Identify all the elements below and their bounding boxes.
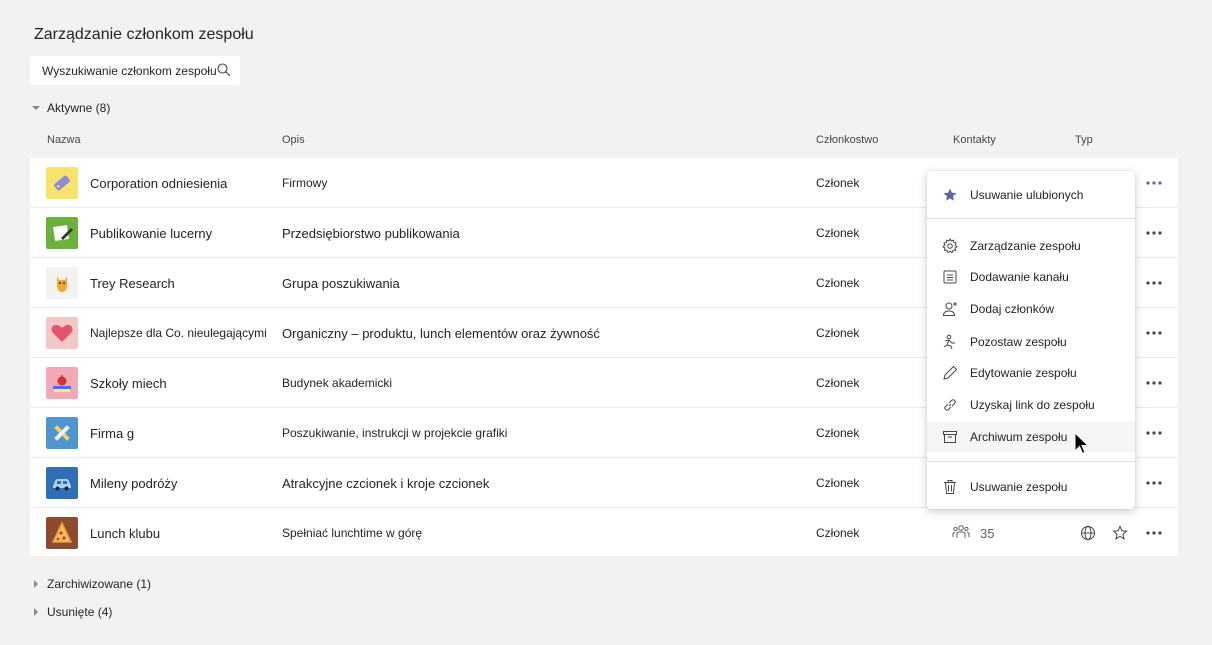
menu-item-label: Usuwanie zespołu: [970, 480, 1068, 494]
menu-item-label: Dodawanie kanału: [970, 270, 1069, 284]
team-name[interactable]: Corporation odniesienia: [90, 158, 227, 208]
globe-icon: [1080, 508, 1096, 558]
team-membership: Członek: [816, 226, 860, 240]
section-deleted-toggle[interactable]: Usunięte (4): [32, 605, 112, 619]
search-box[interactable]: [30, 56, 240, 85]
column-header-name[interactable]: Nazwa: [47, 134, 81, 146]
search-input[interactable]: [42, 63, 222, 78]
menu-item-label: Uzyskaj link do zespołu: [970, 398, 1095, 412]
team-membership: Członek: [816, 376, 860, 390]
menu-divider: [927, 218, 1135, 219]
more-options-icon[interactable]: [1144, 508, 1164, 558]
menu-divider: [927, 461, 1135, 462]
team-name[interactable]: Najlepsze dla Co. nieulegającymi: [90, 308, 267, 358]
team-description: Budynek akademicki: [282, 376, 393, 390]
team-membership: Członek: [816, 476, 860, 490]
menu-item-edit-team[interactable]: Edytowanie zespołu: [927, 359, 1135, 387]
column-header-type[interactable]: Typ: [1075, 134, 1093, 146]
search-icon[interactable]: [216, 62, 232, 83]
team-context-menu: Usuwanie ulubionych Zarządzanie zespołu …: [927, 171, 1135, 509]
team-membership: Członek: [816, 276, 860, 290]
team-description: Spełniać lunchtime w górę: [282, 526, 423, 540]
table-row[interactable]: Lunch klubu Spełniać lunchtime w górę Cz…: [30, 508, 1178, 556]
team-name[interactable]: Trey Research: [90, 258, 175, 308]
mouse-cursor-icon: [1074, 431, 1090, 461]
pencil-icon: [942, 365, 958, 381]
menu-item-archive-team[interactable]: Archiwum zespołu: [927, 422, 1135, 452]
menu-item-label: Edytowanie zespołu: [970, 366, 1077, 380]
more-options-icon[interactable]: [1144, 158, 1164, 208]
more-options-icon[interactable]: [1144, 408, 1164, 458]
link-icon: [942, 397, 958, 413]
team-description: Atrakcyjne czcionek i kroje czcionek: [282, 475, 490, 491]
team-contacts: 35: [952, 508, 994, 558]
pizza-icon: [46, 517, 78, 549]
team-name[interactable]: Szkoły miech: [90, 358, 167, 408]
paper-pen-icon: [46, 217, 78, 249]
section-active-label: Aktywne (8): [47, 101, 111, 115]
favorite-star-icon[interactable]: [1112, 508, 1128, 558]
team-name[interactable]: Publikowanie lucerny: [90, 208, 212, 258]
team-membership: Członek: [816, 176, 860, 190]
contacts-count: 35: [980, 525, 995, 541]
team-description: Poszukiwanie, instrukcji w projekcie gra…: [282, 426, 508, 440]
cat-icon: [46, 267, 78, 299]
menu-item-leave-team[interactable]: Pozostaw zespołu: [927, 328, 1135, 356]
team-membership: Członek: [816, 326, 860, 340]
team-membership: Członek: [816, 426, 860, 440]
section-archived-label: Zarchiwizowane (1): [47, 577, 152, 591]
section-archived-toggle[interactable]: Zarchiwizowane (1): [32, 577, 151, 591]
more-options-icon[interactable]: [1144, 258, 1164, 308]
more-options-icon[interactable]: [1144, 458, 1164, 508]
menu-item-remove-favorite[interactable]: Usuwanie ulubionych: [927, 181, 1135, 209]
people-icon: [952, 524, 970, 543]
more-options-icon[interactable]: [1144, 208, 1164, 258]
ruler-pencil-icon: [46, 417, 78, 449]
archive-box-icon: [942, 429, 958, 445]
team-description: Przedsiębiorstwo publikowania: [282, 225, 460, 241]
team-description: Organiczny – produktu, lunch elementów o…: [282, 325, 600, 341]
menu-item-label: Zarządzanie zespołu: [970, 239, 1081, 253]
chevron-right-icon: [32, 580, 44, 588]
team-membership: Członek: [816, 526, 860, 540]
column-header-contacts[interactable]: Kontakty: [953, 134, 996, 146]
car-icon: [46, 467, 78, 499]
page-title: Zarządzanie członkom zespołu: [34, 26, 254, 43]
chevron-right-icon: [32, 608, 44, 616]
chevron-down-icon: [32, 104, 44, 112]
section-active-toggle[interactable]: Aktywne (8): [32, 101, 110, 115]
column-header-membership[interactable]: Członkostwo: [816, 134, 878, 146]
leave-person-icon: [942, 334, 958, 350]
menu-item-label: Dodaj członków: [970, 302, 1055, 316]
gear-icon: [942, 238, 958, 254]
team-description: Firmowy: [282, 176, 328, 190]
section-deleted-label: Usunięte (4): [47, 605, 113, 619]
menu-item-label: Usuwanie ulubionych: [970, 188, 1084, 202]
menu-item-delete-team[interactable]: Usuwanie zespołu: [927, 473, 1135, 501]
team-name[interactable]: Lunch klubu: [90, 508, 160, 558]
team-name[interactable]: Mileny podróży: [90, 458, 177, 508]
tag-icon: [46, 167, 78, 199]
menu-item-get-link[interactable]: Uzyskaj link do zespołu: [927, 391, 1135, 419]
add-person-icon: [942, 301, 958, 317]
menu-item-add-channel[interactable]: Dodawanie kanału: [927, 263, 1135, 291]
menu-item-label: Archiwum zespołu: [970, 430, 1068, 444]
more-options-icon[interactable]: [1144, 308, 1164, 358]
team-name[interactable]: Firma g: [90, 408, 134, 458]
heart-icon: [46, 317, 78, 349]
menu-item-add-members[interactable]: Dodaj członków: [927, 295, 1135, 323]
channel-list-icon: [942, 269, 958, 285]
menu-item-manage-team[interactable]: Zarządzanie zespołu: [927, 232, 1135, 260]
more-options-icon[interactable]: [1144, 358, 1164, 408]
column-header-description[interactable]: Opis: [282, 134, 305, 146]
menu-item-label: Pozostaw zespołu: [970, 335, 1067, 349]
team-description: Grupa poszukiwania: [282, 275, 400, 291]
trash-icon: [942, 479, 958, 495]
apple-books-icon: [46, 367, 78, 399]
star-filled-icon: [942, 187, 958, 203]
